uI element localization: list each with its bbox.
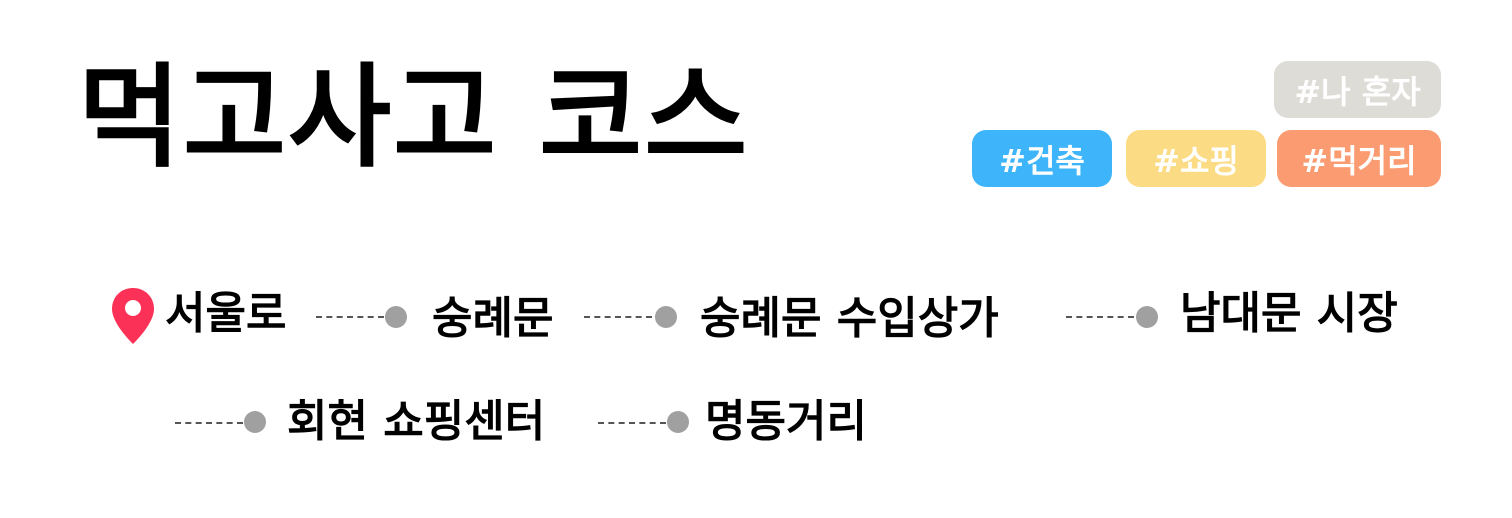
tag-shopping: #쇼핑 — [1126, 130, 1266, 187]
stop-sungnyemun: 숭례문 — [432, 293, 554, 344]
stop-dot — [244, 411, 266, 433]
connector-dash — [598, 422, 666, 424]
tag-architecture: #건축 — [972, 130, 1112, 187]
stop-sungnyemun-import-arcade: 숭례문 수입상가 — [700, 293, 999, 344]
course-title: 먹고사고 코스 — [78, 53, 750, 183]
stop-dot — [667, 411, 689, 433]
connector-dash — [175, 422, 243, 424]
tag-food: #먹거리 — [1277, 130, 1441, 187]
stop-hoehyeon-shopping-center: 회현 쇼핑센터 — [287, 396, 546, 447]
stop-dot — [385, 306, 407, 328]
connector-dash — [1066, 316, 1134, 318]
stop-myeongdong-street: 명동거리 — [705, 396, 867, 447]
stop-dot — [655, 306, 677, 328]
stop-dot — [1136, 306, 1158, 328]
map-pin-icon — [112, 288, 154, 344]
stop-namdaemun-market: 남대문 시장 — [1180, 288, 1398, 339]
tag-alone: #나 혼자 — [1274, 61, 1441, 118]
connector-dash — [584, 316, 652, 318]
stop-seoullo: 서울로 — [165, 288, 287, 339]
connector-dash — [316, 316, 384, 318]
